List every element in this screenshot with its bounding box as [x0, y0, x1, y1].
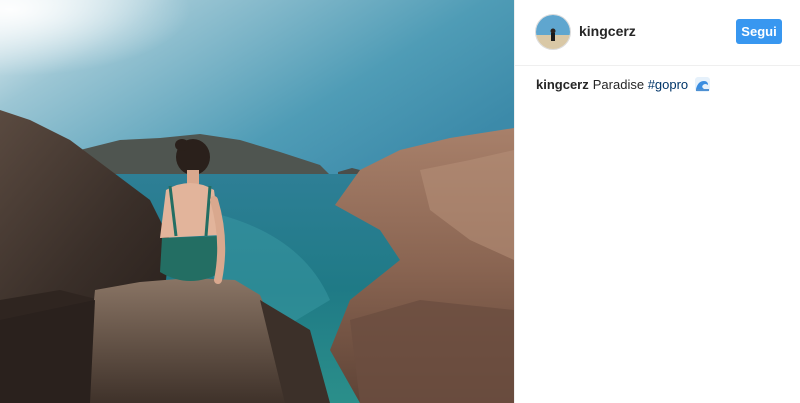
post-photo[interactable]	[0, 0, 514, 403]
post-container: kingcerz Segui kingcerz Paradise #gopro	[0, 0, 800, 403]
avatar[interactable]	[535, 14, 571, 50]
post-caption: kingcerz Paradise #gopro	[536, 76, 784, 94]
post-header: kingcerz Segui	[515, 0, 800, 66]
caption-text: Paradise	[592, 77, 645, 92]
username-link[interactable]: kingcerz	[579, 23, 636, 39]
wave-icon	[694, 77, 710, 92]
photo-scene	[0, 0, 514, 403]
avatar-image	[536, 15, 570, 49]
post-sidebar: kingcerz Segui kingcerz Paradise #gopro	[514, 0, 800, 403]
follow-button[interactable]: Segui	[736, 19, 782, 44]
caption-username[interactable]: kingcerz	[536, 77, 589, 92]
caption-hashtag[interactable]: #gopro	[648, 77, 688, 92]
